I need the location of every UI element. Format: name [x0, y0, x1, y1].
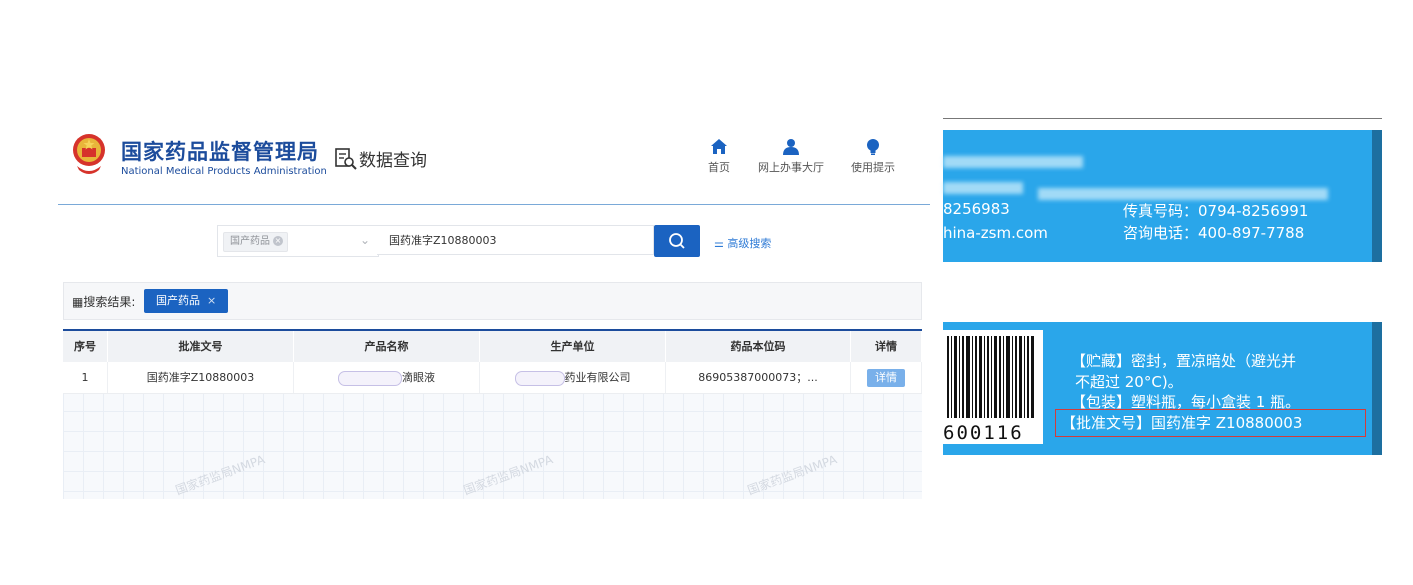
package-photo: 8256983 传真号码：0794-8256991 hina-zsm.com 咨…: [943, 118, 1382, 476]
category-chip-label: 国产药品: [230, 236, 270, 247]
lightbulb-icon: [867, 139, 879, 155]
watermark: 国家药监局NMPA: [461, 452, 555, 498]
filter-icon: ⚌: [714, 237, 728, 250]
org-name-cn: 国家药品监督管理局: [121, 140, 319, 164]
chip-close-icon[interactable]: ×: [273, 236, 283, 246]
row-product-suffix: 滴眼液: [402, 371, 435, 384]
box-edge: [1372, 322, 1382, 455]
results-table: 序号 批准文号 产品名称 生产单位 药品本位码 详情 1 国药准字Z108800…: [63, 329, 922, 499]
close-icon[interactable]: ×: [207, 294, 216, 307]
package-phone-left: 8256983: [943, 200, 1010, 218]
blurred-text: [1038, 188, 1328, 200]
advanced-search-link[interactable]: ⚌ 高级搜索: [714, 235, 771, 251]
grid-icon: ▦: [72, 295, 84, 309]
results-label: ▦搜索结果:: [72, 293, 135, 310]
package-storage-line2: 不超过 20°C)。: [1075, 373, 1183, 391]
row-detail: 详情: [851, 362, 922, 393]
search-bar: 国产药品 × ⌄ 国药准字Z10880003: [217, 225, 700, 257]
search-input[interactable]: 国药准字Z10880003: [377, 225, 654, 255]
home-icon: [711, 139, 727, 154]
chevron-down-icon[interactable]: ⌄: [360, 233, 370, 247]
highlight-box: [1055, 409, 1366, 437]
site-header: 国家药品监督管理局 National Medical Products Admi…: [58, 128, 930, 205]
nav-home-label: 首页: [708, 161, 730, 174]
org-name-en: National Medical Products Administration: [121, 166, 327, 177]
package-top-panel: 8256983 传真号码：0794-8256991 hina-zsm.com 咨…: [943, 130, 1382, 262]
nav-online-hall[interactable]: 网上办事大厅: [756, 138, 826, 175]
nav-online-hall-label: 网上办事大厅: [758, 161, 824, 174]
advanced-search-label: 高级搜索: [727, 237, 772, 250]
row-drug-code: 86905387000073；...: [666, 362, 851, 393]
search-button[interactable]: [654, 225, 700, 257]
nmpa-query-page: 国家药品监督管理局 National Medical Products Admi…: [0, 0, 935, 585]
blurred-text: [943, 182, 1023, 194]
col-drug-code: 药品本位码: [666, 331, 851, 362]
col-product-name: 产品名称: [294, 331, 480, 362]
nav-home[interactable]: 首页: [684, 138, 754, 175]
package-fax: 传真号码：0794-8256991: [1123, 202, 1309, 220]
watermark: 国家药监局NMPA: [745, 452, 839, 498]
search-icon: [669, 233, 685, 249]
blurred-text: [943, 156, 1083, 168]
col-approval-no: 批准文号: [108, 331, 294, 362]
barcode: 600116: [943, 330, 1043, 444]
row-product-name: 滴眼液: [294, 362, 480, 393]
table-row[interactable]: 1 国药准字Z10880003 滴眼液 药业有限公司 8690538700007…: [63, 362, 922, 394]
package-hotline: 咨询电话：400-897-7788: [1123, 224, 1305, 242]
package-storage-line1: 【贮藏】密封，置凉暗处（避光并: [1071, 352, 1297, 370]
data-query-icon: [335, 148, 357, 170]
results-label-text: 搜索结果:: [83, 295, 136, 309]
nav-usage-tips[interactable]: 使用提示: [838, 138, 908, 175]
row-approval-no: 国药准字Z10880003: [108, 362, 294, 393]
row-manufacturer-suffix: 药业有限公司: [564, 371, 631, 384]
redacted-mark: [338, 370, 402, 386]
category-select[interactable]: 国产药品 × ⌄: [217, 225, 379, 257]
results-filter-tag[interactable]: 国产药品 ×: [144, 289, 229, 313]
results-bar: ▦搜索结果: 国产药品 ×: [63, 282, 922, 320]
col-index: 序号: [63, 331, 108, 362]
nav-usage-tips-label: 使用提示: [851, 161, 895, 174]
category-chip: 国产药品 ×: [223, 232, 288, 252]
package-website: hina-zsm.com: [943, 224, 1048, 242]
photo-border: [943, 118, 1382, 119]
watermark: 国家药监局NMPA: [173, 452, 267, 498]
table-header: 序号 批准文号 产品名称 生产单位 药品本位码 详情: [63, 331, 922, 362]
section-title: 数据查询: [359, 151, 427, 171]
row-index: 1: [63, 362, 108, 393]
barcode-digits: 600116: [943, 422, 1024, 444]
box-edge: [1372, 130, 1382, 262]
row-manufacturer: 药业有限公司: [480, 362, 666, 393]
col-detail: 详情: [851, 331, 922, 362]
col-manufacturer: 生产单位: [480, 331, 666, 362]
results-filter-label: 国产药品: [156, 294, 200, 307]
user-icon: [783, 139, 799, 155]
national-emblem-icon: [73, 134, 105, 174]
detail-button[interactable]: 详情: [867, 369, 905, 387]
redacted-mark: [514, 370, 565, 386]
